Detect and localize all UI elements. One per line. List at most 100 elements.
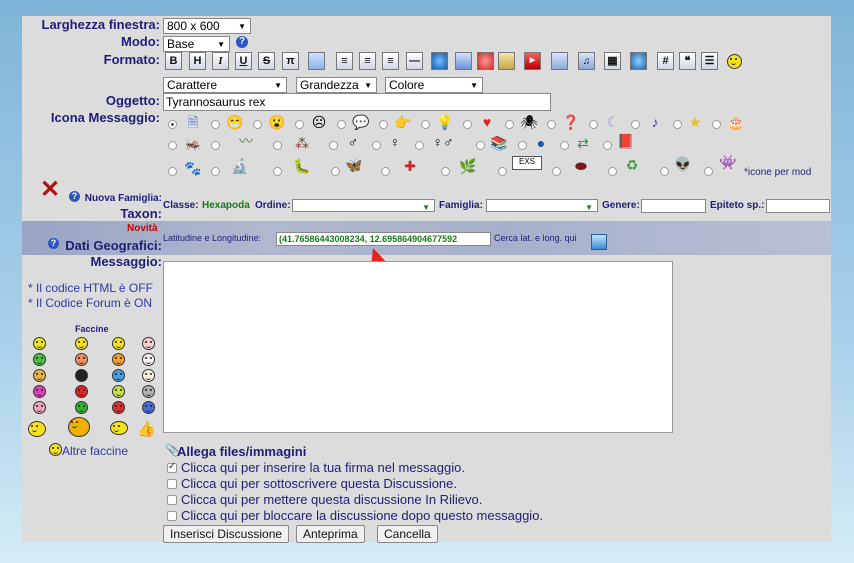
smiley-icon[interactable] xyxy=(75,369,88,382)
align-center-button[interactable]: ≡ xyxy=(359,52,376,70)
bold-button[interactable]: B xyxy=(165,52,182,70)
sticky-checkbox[interactable] xyxy=(167,495,177,505)
window-width-select[interactable]: 800 x 600 ▼ xyxy=(163,18,251,34)
table-button[interactable]: ▦ xyxy=(604,52,621,70)
smiley-icon[interactable] xyxy=(142,337,155,350)
strike-button[interactable]: S xyxy=(258,52,275,70)
web-button[interactable] xyxy=(630,52,647,70)
icon-radio[interactable] xyxy=(421,120,430,129)
icon-radio[interactable] xyxy=(372,141,381,150)
smiley-icon[interactable] xyxy=(112,401,125,414)
help-icon[interactable]: ? xyxy=(48,238,59,249)
list-button[interactable]: ☰ xyxy=(701,52,718,70)
align-left-button[interactable]: ≡ xyxy=(336,52,353,70)
smiley-icon[interactable] xyxy=(75,353,88,366)
icon-radio[interactable] xyxy=(253,120,262,129)
mp3-button[interactable]: ♫ xyxy=(578,52,595,70)
icon-radio[interactable] xyxy=(329,141,338,150)
smiley-icon[interactable] xyxy=(33,369,46,382)
icon-radio[interactable] xyxy=(337,120,346,129)
icon-radio[interactable] xyxy=(168,141,177,150)
smiley-icon[interactable] xyxy=(142,385,155,398)
icon-radio[interactable] xyxy=(560,141,569,150)
look-smiley[interactable] xyxy=(110,421,128,435)
header-button[interactable]: H xyxy=(189,52,206,70)
map-pin-button[interactable] xyxy=(591,234,607,250)
icon-radio[interactable] xyxy=(381,167,390,176)
wink-smiley[interactable] xyxy=(28,421,46,437)
smiley-icon[interactable] xyxy=(33,401,46,414)
more-smilies-link[interactable]: Altre faccine xyxy=(62,444,128,458)
flash-button[interactable] xyxy=(477,52,494,70)
picture-button[interactable] xyxy=(498,52,515,70)
icon-radio[interactable] xyxy=(273,167,282,176)
icon-radio[interactable] xyxy=(603,141,612,150)
smiley-icon[interactable] xyxy=(112,337,125,350)
icon-radio[interactable] xyxy=(463,120,472,129)
superscript-button[interactable] xyxy=(308,52,325,70)
icon-radio[interactable] xyxy=(589,120,598,129)
icon-radio[interactable] xyxy=(441,167,450,176)
icon-radio[interactable] xyxy=(552,167,561,176)
smiley-icon[interactable] xyxy=(33,385,46,398)
pi-button[interactable]: π xyxy=(282,52,299,70)
size-select[interactable]: Grandezza ▼ xyxy=(296,77,377,93)
smiley-icon[interactable] xyxy=(142,401,155,414)
icon-radio[interactable] xyxy=(660,167,669,176)
youtube-button[interactable]: ▶ xyxy=(524,52,541,70)
code-button[interactable]: # xyxy=(657,52,674,70)
smiley-icon[interactable] xyxy=(112,385,125,398)
thumbs-up-icon[interactable]: 👍 xyxy=(137,420,156,438)
icon-radio[interactable] xyxy=(168,120,177,129)
smiley-icon[interactable] xyxy=(75,385,88,398)
smiley-button[interactable] xyxy=(727,54,742,69)
icon-radio[interactable] xyxy=(415,141,424,150)
smiley-icon[interactable] xyxy=(75,401,88,414)
align-right-button[interactable]: ≡ xyxy=(382,52,399,70)
smiley-icon[interactable] xyxy=(142,369,155,382)
smiley-icon[interactable] xyxy=(33,337,46,350)
image-button[interactable] xyxy=(455,52,472,70)
signature-checkbox[interactable] xyxy=(167,461,177,473)
preview-button[interactable]: Anteprima xyxy=(296,525,365,543)
icon-radio[interactable] xyxy=(168,167,177,176)
family-select[interactable]: ▼ xyxy=(486,199,598,212)
italic-button[interactable]: I xyxy=(212,52,229,70)
quote-button[interactable]: ❝ xyxy=(679,52,696,70)
order-select[interactable]: ▼ xyxy=(292,199,435,212)
genus-input[interactable] xyxy=(641,199,706,213)
icon-radio[interactable] xyxy=(505,120,514,129)
icon-radio[interactable] xyxy=(631,120,640,129)
icon-radio[interactable] xyxy=(704,167,713,176)
icon-radio[interactable] xyxy=(673,120,682,129)
icon-radio[interactable] xyxy=(518,141,527,150)
icon-radio[interactable] xyxy=(712,120,721,129)
mode-select[interactable]: Base ▼ xyxy=(163,36,230,52)
underline-button[interactable]: U xyxy=(235,52,252,70)
shout-smiley[interactable] xyxy=(68,417,90,437)
latlong-input[interactable]: (41.76586443008234, 12.695864904677592 xyxy=(276,232,491,246)
icon-radio[interactable] xyxy=(273,141,282,150)
message-textarea[interactable] xyxy=(163,261,673,433)
video-button[interactable] xyxy=(551,52,568,70)
help-icon[interactable]: ? xyxy=(236,36,248,48)
subscribe-checkbox[interactable] xyxy=(167,479,177,489)
icon-radio[interactable] xyxy=(211,141,220,150)
hr-button[interactable]: — xyxy=(406,52,423,70)
help-icon[interactable]: ? xyxy=(69,191,80,202)
icon-radio[interactable] xyxy=(547,120,556,129)
epithet-input[interactable] xyxy=(766,199,830,213)
icon-radio[interactable] xyxy=(211,167,220,176)
color-select[interactable]: Colore ▼ xyxy=(385,77,483,93)
attach-link[interactable]: Allega files/immagini xyxy=(177,444,306,459)
close-icon[interactable]: ✕ xyxy=(40,178,60,202)
icon-radio[interactable] xyxy=(498,167,507,176)
cancel-button[interactable]: Cancella xyxy=(377,525,438,543)
smiley-icon[interactable] xyxy=(112,353,125,366)
smiley-icon[interactable] xyxy=(112,369,125,382)
icon-radio[interactable] xyxy=(379,120,388,129)
subject-input[interactable]: Tyrannosaurus rex xyxy=(163,93,551,111)
icon-radio[interactable] xyxy=(608,167,617,176)
smiley-icon[interactable] xyxy=(75,337,88,350)
latlong-search-link[interactable]: Cerca lat. e long. qui xyxy=(494,233,577,243)
